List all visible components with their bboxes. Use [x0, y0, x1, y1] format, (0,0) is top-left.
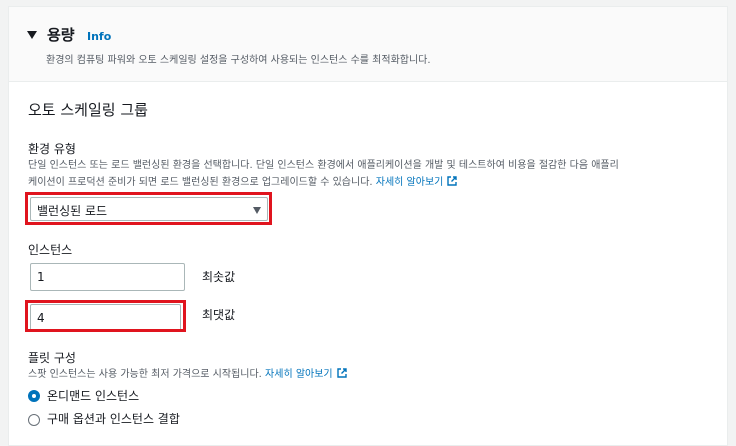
instances-label: 인스턴스 [28, 243, 73, 257]
caret-down-icon[interactable] [27, 31, 37, 39]
on-demand-radio-label[interactable]: 온디맨드 인스턴스 [47, 387, 139, 404]
min-instances-value: 1 [37, 270, 45, 284]
fleet-learn-more-link[interactable]: 자세히 알아보기 [265, 369, 333, 380]
env-type-learn-more-link[interactable]: 자세히 알아보기 [376, 177, 444, 188]
max-instances-caption: 최댓값 [202, 308, 236, 322]
env-type-hint: 단일 인스턴스 또는 로드 밸런싱된 환경을 선택합니다. 단일 인스턴스 환경… [28, 157, 619, 191]
max-instances-highlight [25, 300, 186, 332]
min-instances-input[interactable]: 1 [30, 263, 185, 291]
fleet-hint-text: 스팟 인스턴스는 사용 가능한 최저 가격으로 시작됩니다. [28, 369, 262, 380]
capacity-header: 용량 Info 환경의 컴퓨팅 파워와 오토 스케일링 설정을 구성하여 사용되… [9, 7, 727, 82]
autoscaling-title: 오토 스케일링 그룹 [28, 101, 148, 119]
info-link[interactable]: Info [87, 30, 111, 43]
capacity-panel: 용량 Info 환경의 컴퓨팅 파워와 오토 스케일링 설정을 구성하여 사용되… [8, 6, 728, 446]
env-type-highlight [25, 192, 272, 225]
fleet-hint: 스팟 인스턴스는 사용 가능한 최저 가격으로 시작됩니다. 자세히 알아보기 [28, 366, 347, 383]
env-type-hint-text: 케이션이 프로덕션 준비가 되면 로드 밸런싱된 환경으로 업그레이드할 수 있… [28, 177, 373, 188]
combine-purchase-radio-label[interactable]: 구매 옵션과 인스턴스 결합 [47, 410, 180, 427]
min-instances-caption: 최솟값 [202, 270, 236, 284]
env-type-hint-line1: 단일 인스턴스 또는 로드 밸런싱된 환경을 선택합니다. 단일 인스턴스 환경… [28, 160, 619, 171]
env-type-hint-line2: 케이션이 프로덕션 준비가 되면 로드 밸런싱된 환경으로 업그레이드할 수 있… [28, 174, 619, 191]
on-demand-radio[interactable] [28, 390, 40, 402]
section-title[interactable]: 용량 [47, 24, 75, 45]
fleet-label: 플릿 구성 [28, 351, 76, 365]
external-link-icon[interactable] [447, 176, 458, 186]
external-link-icon[interactable] [336, 368, 347, 378]
env-type-label: 환경 유형 [28, 142, 76, 156]
combine-purchase-radio[interactable] [28, 414, 40, 426]
section-description: 환경의 컴퓨팅 파워와 오토 스케일링 설정을 구성하여 사용되는 인스턴스 수… [46, 55, 431, 66]
